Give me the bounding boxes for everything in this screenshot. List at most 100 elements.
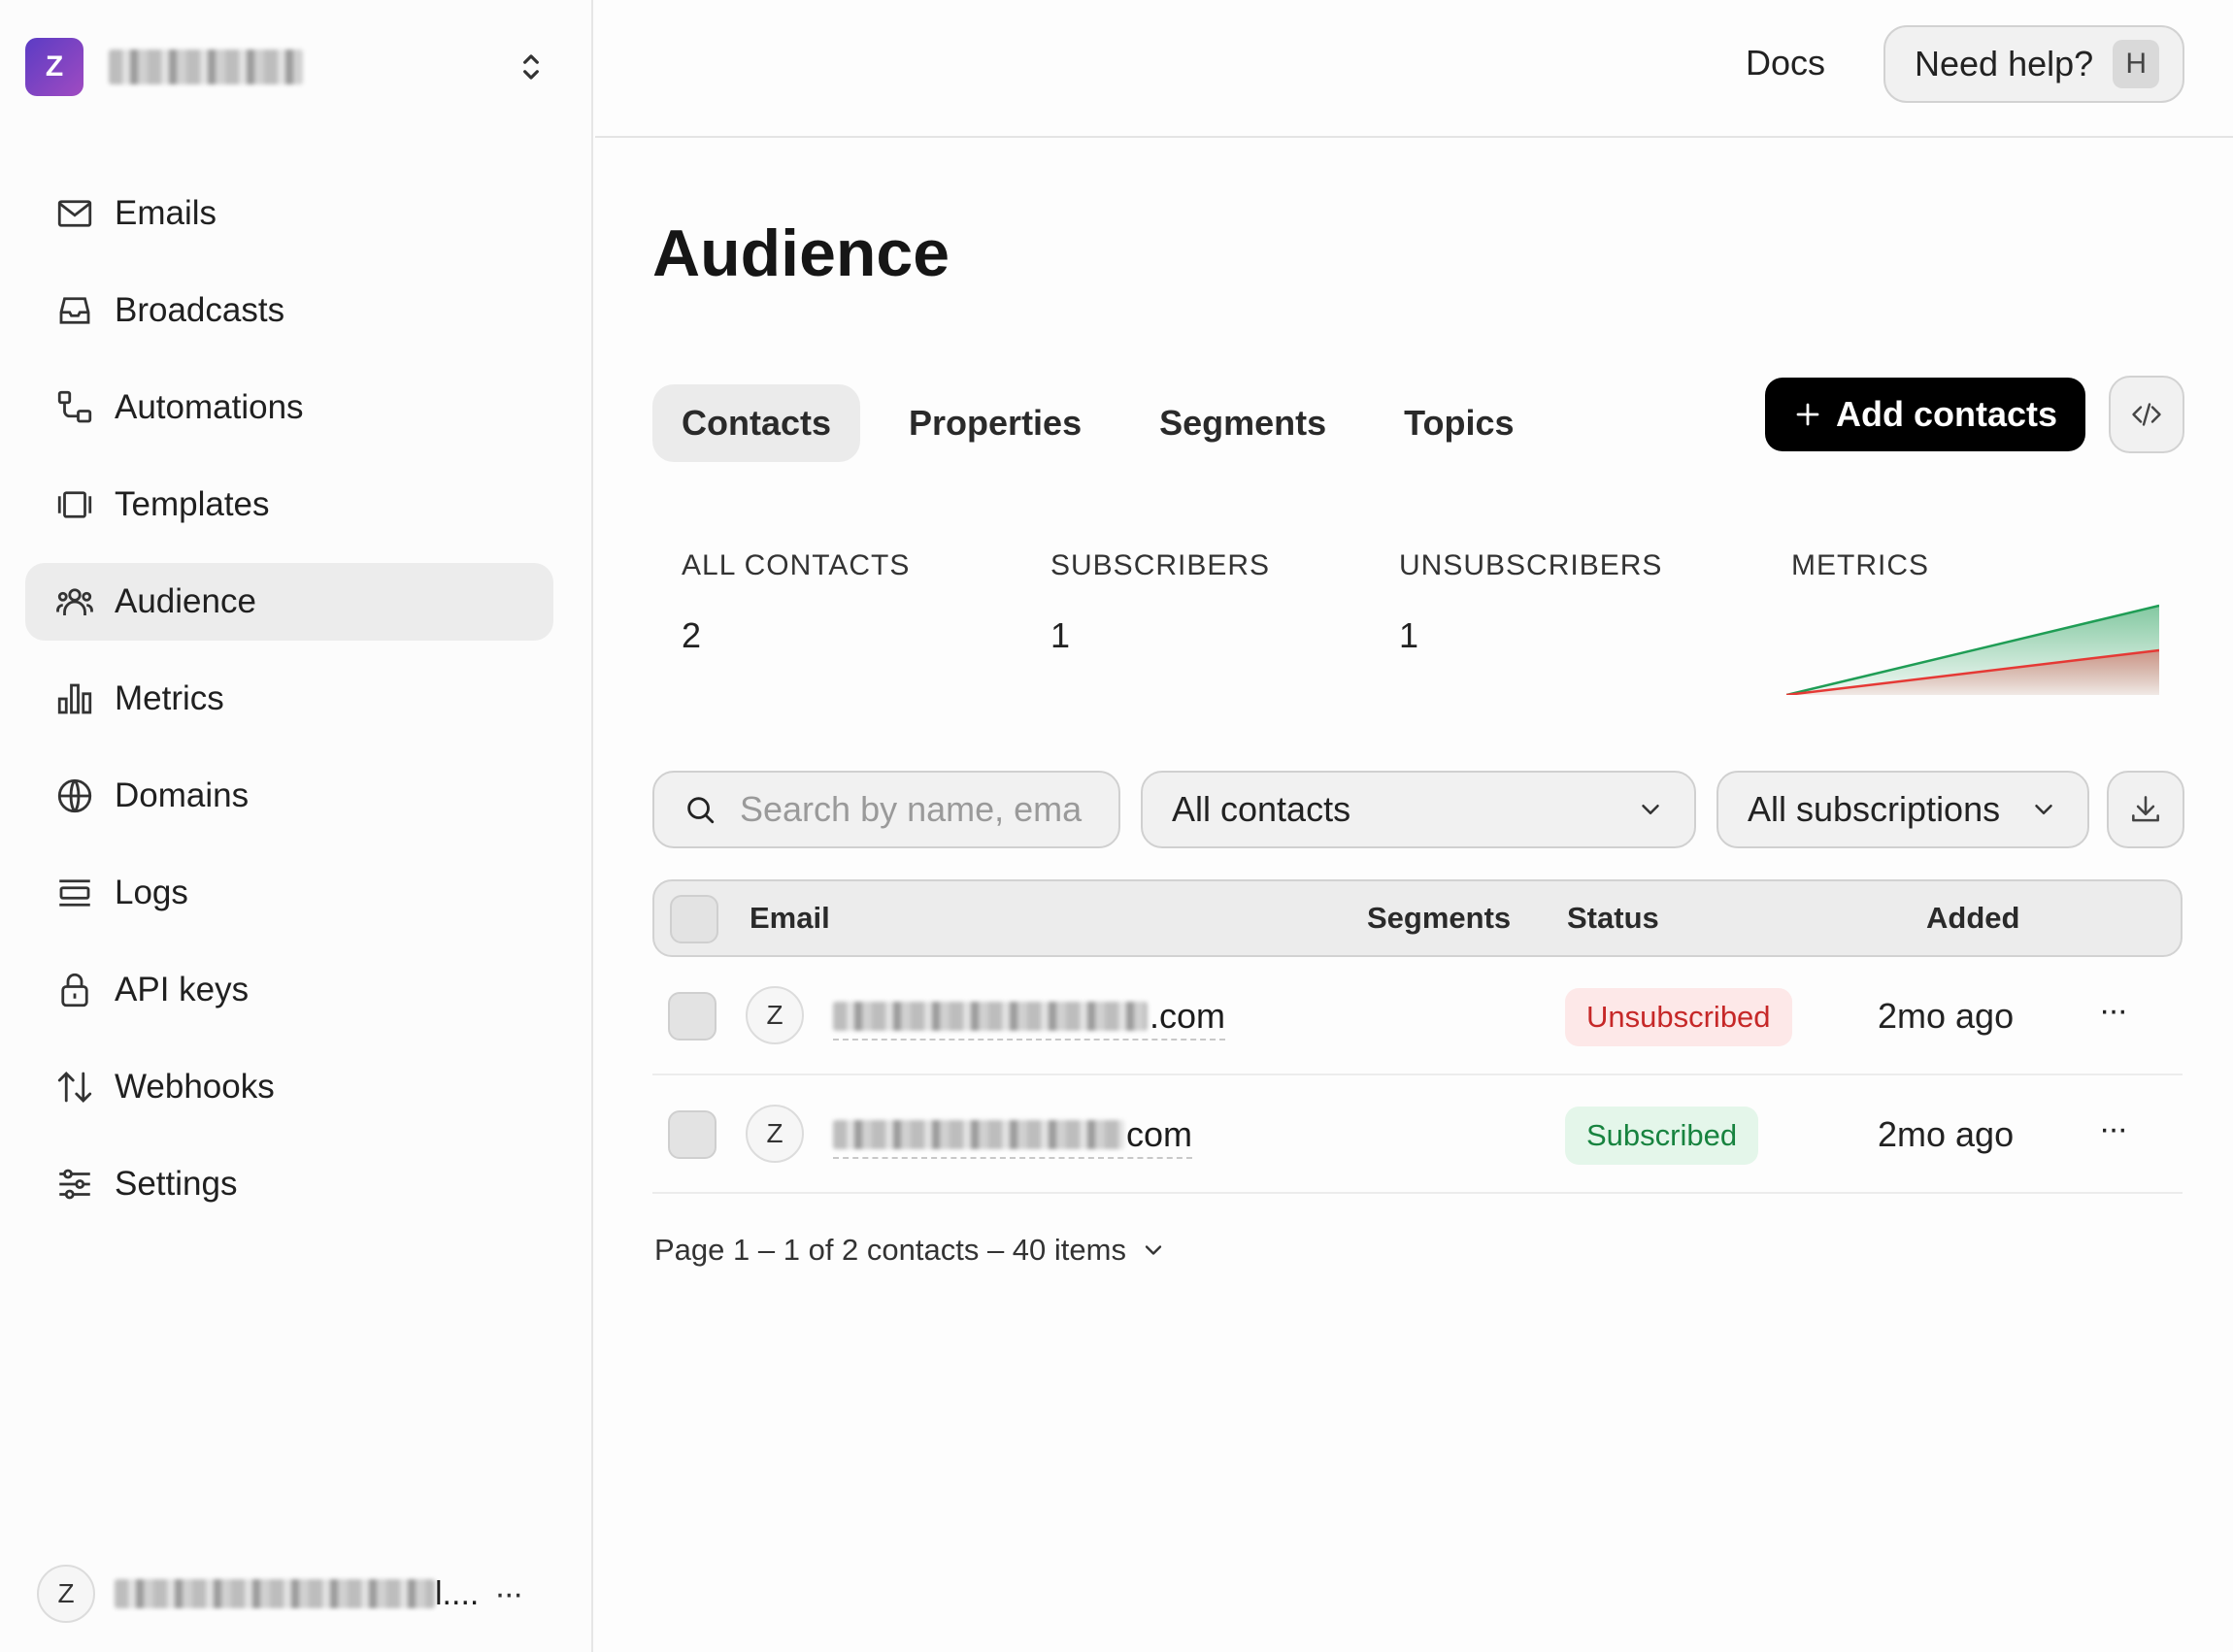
stat-label: METRICS (1791, 549, 1929, 581)
row-checkbox[interactable] (668, 992, 717, 1041)
sidebar-item-broadcasts[interactable]: Broadcasts (25, 272, 553, 349)
sidebar-nav: Emails Broadcasts Automations Templates … (25, 175, 553, 1242)
subscriptions-filter-select[interactable]: All subscriptions (1716, 771, 2089, 848)
stat-all-contacts: ALL CONTACTS 2 (682, 549, 910, 656)
need-help-button[interactable]: Need help? H (1883, 25, 2184, 103)
sidebar-item-label: Broadcasts (115, 291, 285, 329)
contact-avatar: Z (746, 1105, 804, 1163)
stat-label: UNSUBSCRIBERS (1399, 549, 1663, 581)
column-email[interactable]: Email (750, 901, 830, 936)
workflow-icon (57, 390, 92, 423)
column-segments[interactable]: Segments (1367, 901, 1511, 936)
sidebar-item-label: Logs (115, 874, 188, 911)
table-row[interactable]: Z com Subscribed 2mo ago ··· (652, 1075, 2183, 1194)
sidebar-item-label: API keys (115, 971, 250, 1008)
stat-value: 1 (1050, 615, 1071, 655)
sidebar-item-templates[interactable]: Templates (25, 466, 553, 544)
sidebar-item-label: Emails (115, 194, 217, 232)
sidebar-item-domains[interactable]: Domains (25, 757, 553, 835)
sidebar-item-audience[interactable]: Audience (25, 563, 553, 641)
chevron-updown-icon (523, 54, 539, 80)
subscriptions-filter-value: All subscriptions (1748, 789, 2001, 829)
user-email-suffix: l.... (435, 1574, 480, 1612)
stat-value: 2 (682, 615, 702, 655)
workspace-avatar: Z (25, 38, 83, 96)
row-more-icon[interactable]: ··· (2099, 992, 2128, 1030)
workspace-switcher[interactable]: Z (25, 37, 550, 97)
stat-value: 1 (1399, 615, 1419, 655)
sliders-icon (59, 1169, 90, 1200)
sidebar-item-automations[interactable]: Automations (25, 369, 553, 446)
arrows-updown-icon (57, 1072, 92, 1103)
chevron-down-icon (1642, 805, 1659, 814)
sidebar-item-webhooks[interactable]: Webhooks (25, 1048, 553, 1126)
users-icon (56, 588, 93, 615)
stat-label: SUBSCRIBERS (1050, 549, 1271, 581)
template-icon (57, 491, 92, 518)
sidebar-item-api-keys[interactable]: API keys (25, 951, 553, 1029)
contacts-filter-select[interactable]: All contacts (1141, 771, 1696, 848)
user-menu[interactable]: Z l.... ··· (37, 1563, 542, 1625)
workspace-name-redacted (109, 50, 303, 84)
search-field[interactable] (652, 771, 1120, 848)
tab-properties[interactable]: Properties (880, 384, 1111, 462)
top-bar: Docs Need help? H (595, 0, 2233, 138)
plus-icon (1796, 403, 1819, 426)
email-suffix: com (1126, 1114, 1193, 1154)
stat-unsubscribers: UNSUBSCRIBERS 1 (1399, 549, 1662, 656)
tabs: Contacts Properties Segments Topics (652, 384, 1544, 462)
bar-chart-icon (57, 683, 92, 714)
chevron-down-icon (1145, 1245, 1162, 1255)
sidebar-item-label: Settings (115, 1165, 238, 1203)
sidebar-item-settings[interactable]: Settings (25, 1145, 553, 1223)
add-contacts-button[interactable]: Add contacts (1765, 378, 2085, 451)
export-button[interactable] (2107, 771, 2184, 848)
tab-segments[interactable]: Segments (1130, 384, 1355, 462)
pagination-text: Page 1 – 1 of 2 contacts – 40 items (654, 1233, 1126, 1267)
lock-icon (61, 973, 88, 1008)
stat-metrics: METRICS (1791, 549, 1929, 582)
inbox-icon (59, 297, 90, 324)
sidebar: Z Emails Broadcasts Automations Template… (0, 0, 593, 1652)
sidebar-item-metrics[interactable]: Metrics (25, 660, 553, 738)
mail-icon (57, 200, 92, 227)
metrics-sparkline (1786, 604, 2159, 695)
user-email: l.... (115, 1575, 479, 1613)
tab-contacts[interactable]: Contacts (652, 384, 861, 462)
sidebar-item-label: Webhooks (115, 1068, 275, 1106)
pagination[interactable]: Page 1 – 1 of 2 contacts – 40 items (654, 1233, 1167, 1268)
column-added[interactable]: Added (1926, 901, 2019, 936)
code-icon (2132, 403, 2161, 426)
contact-email[interactable]: .com (833, 996, 1226, 1041)
added-date: 2mo ago (1878, 996, 2015, 1036)
added-date: 2mo ago (1878, 1114, 2015, 1154)
row-more-icon[interactable]: ··· (2099, 1110, 2128, 1148)
status-badge: Subscribed (1565, 1107, 1759, 1165)
table-row[interactable]: Z .com Unsubscribed 2mo ago ··· (652, 957, 2183, 1075)
globe-icon (57, 778, 92, 813)
contact-email[interactable]: com (833, 1114, 1193, 1159)
user-email-redacted (115, 1579, 435, 1608)
tab-topics[interactable]: Topics (1375, 384, 1543, 462)
logs-icon (59, 879, 90, 907)
row-checkbox[interactable] (668, 1110, 717, 1159)
sidebar-item-label: Domains (115, 776, 250, 814)
download-icon (2132, 796, 2159, 822)
search-input[interactable] (738, 788, 1107, 831)
page-title: Audience (652, 216, 950, 290)
sidebar-item-logs[interactable]: Logs (25, 854, 553, 932)
column-status[interactable]: Status (1567, 901, 1659, 936)
email-redacted (833, 1120, 1124, 1149)
contacts-filter-value: All contacts (1172, 789, 1351, 829)
help-shortcut-key: H (2113, 40, 2160, 88)
select-all-checkbox[interactable] (670, 895, 718, 943)
stat-label: ALL CONTACTS (682, 549, 911, 581)
table-header: Email Segments Status Added (652, 879, 2183, 957)
docs-link[interactable]: Docs (1746, 43, 1825, 83)
add-contacts-label: Add contacts (1835, 394, 2058, 434)
sidebar-item-emails[interactable]: Emails (25, 175, 553, 252)
more-options-icon[interactable]: ··· (494, 1575, 523, 1613)
sidebar-item-label: Templates (115, 485, 270, 523)
status-badge: Unsubscribed (1565, 988, 1792, 1046)
code-snippet-button[interactable] (2109, 376, 2184, 453)
